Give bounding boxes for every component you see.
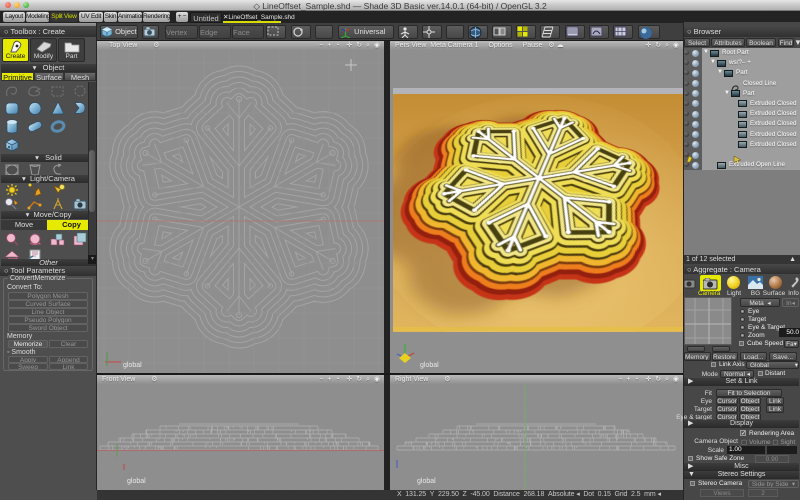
svg-text:global: global	[123, 362, 142, 369]
svg-text:global: global	[127, 478, 146, 485]
svg-text:global: global	[417, 478, 436, 485]
svg-text:global: global	[420, 362, 439, 369]
